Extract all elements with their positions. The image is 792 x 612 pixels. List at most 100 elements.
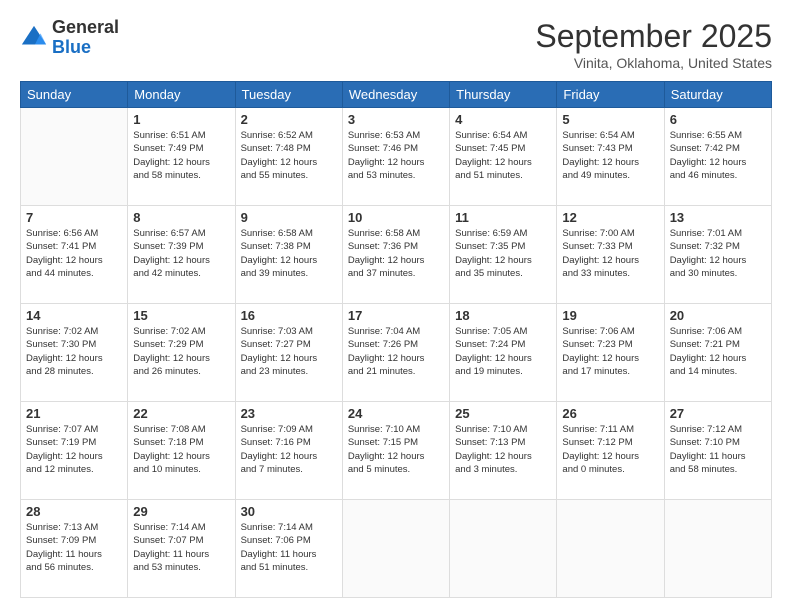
day-info: Sunrise: 6:51 AM Sunset: 7:49 PM Dayligh… xyxy=(133,129,229,182)
day-cell: 9 Sunrise: 6:58 AM Sunset: 7:38 PM Daylig… xyxy=(235,206,342,304)
col-tuesday: Tuesday xyxy=(235,82,342,108)
day-number: 28 xyxy=(26,504,122,519)
day-number: 16 xyxy=(241,308,337,323)
day-cell: 29 Sunrise: 7:14 AM Sunset: 7:07 PM Dayli… xyxy=(128,500,235,598)
day-info: Sunrise: 7:08 AM Sunset: 7:18 PM Dayligh… xyxy=(133,423,229,476)
day-cell: 16Sunrise: 7:03 AM Sunset: 7:27 PM Dayli… xyxy=(235,304,342,402)
day-number: 25 xyxy=(455,406,551,421)
day-number: 14 xyxy=(26,308,122,323)
day-cell xyxy=(21,108,128,206)
subtitle: Vinita, Oklahoma, United States xyxy=(535,55,772,71)
day-info: Sunrise: 7:14 AM Sunset: 7:06 PM Dayligh… xyxy=(241,521,337,574)
day-cell: 2Sunrise: 6:52 AM Sunset: 7:48 PM Daylig… xyxy=(235,108,342,206)
day-cell xyxy=(557,500,664,598)
day-number: 18 xyxy=(455,308,551,323)
day-info: Sunrise: 7:09 AM Sunset: 7:16 PM Dayligh… xyxy=(241,423,337,476)
day-number: 2 xyxy=(241,112,337,127)
col-sunday: Sunday xyxy=(21,82,128,108)
day-cell: 1 Sunrise: 6:51 AM Sunset: 7:49 PM Daylig… xyxy=(128,108,235,206)
logo-general: General xyxy=(52,18,119,38)
day-number: 1 xyxy=(133,112,229,127)
week-row-4: 28 Sunrise: 7:13 AM Sunset: 7:09 PM Dayli… xyxy=(21,500,772,598)
logo-text: General Blue xyxy=(52,18,119,58)
day-cell: 12Sunrise: 7:00 AM Sunset: 7:33 PM Dayli… xyxy=(557,206,664,304)
day-info: Sunrise: 7:02 AM Sunset: 7:29 PM Dayligh… xyxy=(133,325,229,378)
day-number: 29 xyxy=(133,504,229,519)
day-info: Sunrise: 7:02 AM Sunset: 7:30 PM Dayligh… xyxy=(26,325,122,378)
day-cell: 27Sunrise: 7:12 AM Sunset: 7:10 PM Dayli… xyxy=(664,402,771,500)
calendar-header: Sunday Monday Tuesday Wednesday Thursday… xyxy=(21,82,772,108)
day-cell: 30 Sunrise: 7:14 AM Sunset: 7:06 PM Dayli… xyxy=(235,500,342,598)
day-cell: 14 Sunrise: 7:02 AM Sunset: 7:30 PM Dayli… xyxy=(21,304,128,402)
week-row-2: 14 Sunrise: 7:02 AM Sunset: 7:30 PM Dayli… xyxy=(21,304,772,402)
day-info: Sunrise: 6:58 AM Sunset: 7:38 PM Dayligh… xyxy=(241,227,337,280)
day-info: Sunrise: 7:06 AM Sunset: 7:21 PM Dayligh… xyxy=(670,325,766,378)
day-info: Sunrise: 7:12 AM Sunset: 7:10 PM Dayligh… xyxy=(670,423,766,476)
day-number: 12 xyxy=(562,210,658,225)
title-area: September 2025 Vinita, Oklahoma, United … xyxy=(535,18,772,71)
logo: General Blue xyxy=(20,18,119,58)
day-number: 20 xyxy=(670,308,766,323)
day-cell: 19 Sunrise: 7:06 AM Sunset: 7:23 PM Dayli… xyxy=(557,304,664,402)
col-monday: Monday xyxy=(128,82,235,108)
day-cell: 8 Sunrise: 6:57 AM Sunset: 7:39 PM Daylig… xyxy=(128,206,235,304)
day-cell: 21 Sunrise: 7:07 AM Sunset: 7:19 PM Dayli… xyxy=(21,402,128,500)
day-number: 30 xyxy=(241,504,337,519)
day-cell: 3Sunrise: 6:53 AM Sunset: 7:46 PM Daylig… xyxy=(342,108,449,206)
day-info: Sunrise: 7:07 AM Sunset: 7:19 PM Dayligh… xyxy=(26,423,122,476)
page: General Blue September 2025 Vinita, Okla… xyxy=(0,0,792,612)
day-info: Sunrise: 7:14 AM Sunset: 7:07 PM Dayligh… xyxy=(133,521,229,574)
day-cell xyxy=(342,500,449,598)
day-info: Sunrise: 6:57 AM Sunset: 7:39 PM Dayligh… xyxy=(133,227,229,280)
week-row-1: 7Sunrise: 6:56 AM Sunset: 7:41 PM Daylig… xyxy=(21,206,772,304)
day-cell: 26Sunrise: 7:11 AM Sunset: 7:12 PM Dayli… xyxy=(557,402,664,500)
header-row: Sunday Monday Tuesday Wednesday Thursday… xyxy=(21,82,772,108)
day-number: 8 xyxy=(133,210,229,225)
day-cell xyxy=(664,500,771,598)
day-number: 17 xyxy=(348,308,444,323)
day-info: Sunrise: 6:54 AM Sunset: 7:45 PM Dayligh… xyxy=(455,129,551,182)
day-info: Sunrise: 7:10 AM Sunset: 7:13 PM Dayligh… xyxy=(455,423,551,476)
header: General Blue September 2025 Vinita, Okla… xyxy=(20,18,772,71)
day-cell: 6 Sunrise: 6:55 AM Sunset: 7:42 PM Daylig… xyxy=(664,108,771,206)
day-number: 5 xyxy=(562,112,658,127)
day-cell: 25 Sunrise: 7:10 AM Sunset: 7:13 PM Dayli… xyxy=(450,402,557,500)
day-number: 21 xyxy=(26,406,122,421)
day-cell: 7Sunrise: 6:56 AM Sunset: 7:41 PM Daylig… xyxy=(21,206,128,304)
day-number: 13 xyxy=(670,210,766,225)
col-friday: Friday xyxy=(557,82,664,108)
day-number: 6 xyxy=(670,112,766,127)
day-cell: 10Sunrise: 6:58 AM Sunset: 7:36 PM Dayli… xyxy=(342,206,449,304)
day-info: Sunrise: 7:10 AM Sunset: 7:15 PM Dayligh… xyxy=(348,423,444,476)
day-info: Sunrise: 6:54 AM Sunset: 7:43 PM Dayligh… xyxy=(562,129,658,182)
day-cell: 24Sunrise: 7:10 AM Sunset: 7:15 PM Dayli… xyxy=(342,402,449,500)
day-info: Sunrise: 6:59 AM Sunset: 7:35 PM Dayligh… xyxy=(455,227,551,280)
day-cell: 5 Sunrise: 6:54 AM Sunset: 7:43 PM Daylig… xyxy=(557,108,664,206)
day-info: Sunrise: 7:13 AM Sunset: 7:09 PM Dayligh… xyxy=(26,521,122,574)
day-number: 10 xyxy=(348,210,444,225)
day-number: 11 xyxy=(455,210,551,225)
day-info: Sunrise: 6:55 AM Sunset: 7:42 PM Dayligh… xyxy=(670,129,766,182)
col-wednesday: Wednesday xyxy=(342,82,449,108)
day-cell: 11 Sunrise: 6:59 AM Sunset: 7:35 PM Dayli… xyxy=(450,206,557,304)
col-thursday: Thursday xyxy=(450,82,557,108)
calendar-body: 1 Sunrise: 6:51 AM Sunset: 7:49 PM Daylig… xyxy=(21,108,772,598)
week-row-3: 21 Sunrise: 7:07 AM Sunset: 7:19 PM Dayli… xyxy=(21,402,772,500)
month-title: September 2025 xyxy=(535,18,772,55)
day-cell: 15Sunrise: 7:02 AM Sunset: 7:29 PM Dayli… xyxy=(128,304,235,402)
day-info: Sunrise: 7:05 AM Sunset: 7:24 PM Dayligh… xyxy=(455,325,551,378)
day-cell: 28 Sunrise: 7:13 AM Sunset: 7:09 PM Dayli… xyxy=(21,500,128,598)
logo-blue: Blue xyxy=(52,38,119,58)
day-number: 9 xyxy=(241,210,337,225)
day-cell: 22 Sunrise: 7:08 AM Sunset: 7:18 PM Dayli… xyxy=(128,402,235,500)
logo-icon xyxy=(20,24,48,52)
calendar: Sunday Monday Tuesday Wednesday Thursday… xyxy=(20,81,772,598)
col-saturday: Saturday xyxy=(664,82,771,108)
day-cell: 23Sunrise: 7:09 AM Sunset: 7:16 PM Dayli… xyxy=(235,402,342,500)
day-info: Sunrise: 6:53 AM Sunset: 7:46 PM Dayligh… xyxy=(348,129,444,182)
day-info: Sunrise: 7:11 AM Sunset: 7:12 PM Dayligh… xyxy=(562,423,658,476)
day-number: 22 xyxy=(133,406,229,421)
day-number: 19 xyxy=(562,308,658,323)
day-info: Sunrise: 6:56 AM Sunset: 7:41 PM Dayligh… xyxy=(26,227,122,280)
day-info: Sunrise: 7:06 AM Sunset: 7:23 PM Dayligh… xyxy=(562,325,658,378)
